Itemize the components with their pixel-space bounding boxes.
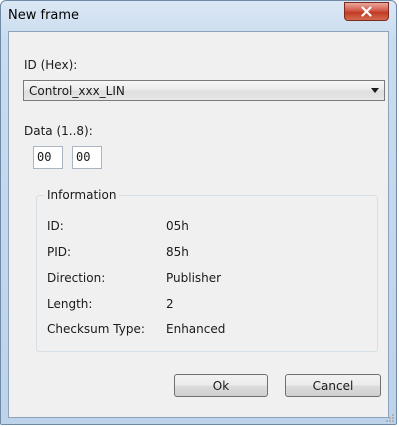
- chevron-down-icon: [371, 88, 379, 93]
- data-byte-2-input[interactable]: 00: [72, 146, 102, 169]
- info-key-direction: Direction:: [47, 271, 106, 285]
- info-key-checksum-type: Checksum Type:: [47, 322, 145, 336]
- info-value-checksum-type: Enhanced: [166, 322, 226, 336]
- id-select[interactable]: Control_xxx_LIN: [23, 80, 385, 101]
- info-value-pid: 85h: [166, 245, 189, 259]
- cancel-button[interactable]: Cancel: [285, 374, 381, 397]
- information-title: Information: [44, 188, 120, 202]
- ok-button[interactable]: Ok: [174, 374, 268, 397]
- id-select-value: Control_xxx_LIN: [29, 84, 125, 98]
- info-value-length: 2: [166, 297, 174, 311]
- title-bar[interactable]: New frame: [1, 1, 396, 31]
- info-key-pid: PID:: [47, 245, 72, 259]
- info-key-id: ID:: [47, 219, 64, 233]
- info-key-length: Length:: [47, 297, 93, 311]
- close-button[interactable]: [344, 2, 389, 21]
- window-title: New frame: [8, 8, 80, 23]
- id-hex-label: ID (Hex):: [24, 58, 78, 72]
- data-byte-1-input[interactable]: 00: [33, 146, 63, 169]
- resize-grip-icon[interactable]: [385, 413, 395, 423]
- close-icon: [361, 6, 372, 17]
- info-value-id: 05h: [166, 219, 189, 233]
- info-value-direction: Publisher: [166, 271, 222, 285]
- data-label: Data (1..8):: [24, 124, 93, 138]
